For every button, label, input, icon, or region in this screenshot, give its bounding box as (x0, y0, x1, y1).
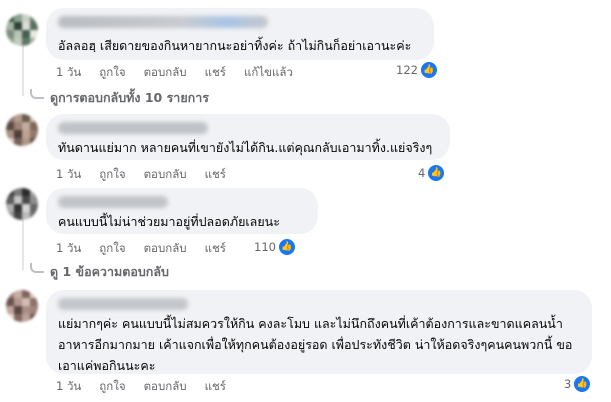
timestamp[interactable]: 1 วัน (56, 378, 81, 396)
comment-actions: 1 วัน ถูกใจ ตอบกลับ แชร์ (56, 240, 226, 258)
thread-line (22, 218, 24, 270)
comment-text: คนแบบนี้ไม่น่าช่วยมาอยู่ที่ปลอดภัยเลยนะ (58, 214, 280, 229)
like-thumb-icon: 👍 (419, 61, 438, 79)
reaction-number: 122 (396, 63, 418, 77)
like-thumb-icon: 👍 (427, 164, 446, 182)
timestamp[interactable]: 1 วัน (56, 166, 81, 184)
avatar[interactable] (6, 290, 38, 322)
avatar[interactable] (6, 188, 38, 220)
like-button[interactable]: ถูกใจ (99, 378, 125, 396)
share-button[interactable]: แชร์ (205, 64, 226, 82)
like-thumb-icon: 👍 (573, 375, 592, 393)
reply-arrow-icon (30, 263, 44, 273)
reply-button[interactable]: ตอบกลับ (144, 240, 187, 258)
reaction-count[interactable]: 3 👍 (564, 375, 592, 393)
commenter-name[interactable] (58, 16, 268, 28)
comment-text: แย่มากๆค่ะ คนแบบนี้ไม่สมควรให้กิน คงละโม… (58, 316, 573, 373)
comment-actions: 1 วัน ถูกใจ ตอบกลับ แชร์ (56, 378, 226, 396)
commenter-name[interactable] (58, 122, 208, 134)
comment-bubble: แย่มากๆค่ะ คนแบบนี้ไม่สมควรให้กิน คงละโม… (46, 290, 592, 374)
avatar[interactable] (6, 14, 38, 46)
share-button[interactable]: แชร์ (205, 240, 226, 258)
reply-button[interactable]: ตอบกลับ (144, 166, 187, 184)
view-replies-label: ดูการตอบกลับทั้ง 10 รายการ (50, 90, 209, 105)
thread-line (22, 46, 24, 96)
reaction-number: 110 (254, 240, 276, 254)
reaction-count[interactable]: 4 👍 (418, 164, 446, 182)
comment-bubble: อัลลอฮฺ เสียดายของกินหายากนะอย่าทิ้งค่ะ … (46, 8, 434, 60)
reaction-count[interactable]: 122 👍 (396, 61, 438, 79)
reply-arrow-icon (30, 89, 44, 99)
timestamp[interactable]: 1 วัน (56, 64, 81, 82)
comment-bubble: ทันดานแย่มาก หลายคนที่เขายังไม่ได้กิน.แต… (46, 114, 450, 160)
like-button[interactable]: ถูกใจ (99, 166, 125, 184)
reaction-number: 3 (564, 377, 572, 391)
reply-button[interactable]: ตอบกลับ (144, 378, 187, 396)
commenter-name[interactable] (58, 196, 168, 208)
like-button[interactable]: ถูกใจ (99, 64, 125, 82)
reaction-number: 4 (418, 166, 426, 180)
share-button[interactable]: แชร์ (205, 378, 226, 396)
comment-text: ทันดานแย่มาก หลายคนที่เขายังไม่ได้กิน.แต… (58, 140, 433, 155)
view-replies-link[interactable]: ดู 1 ข้อความตอบกลับ (30, 262, 169, 282)
view-replies-label: ดู 1 ข้อความตอบกลับ (50, 264, 169, 279)
comment-text: อัลลอฮฺ เสียดายของกินหายากนะอย่าทิ้งค่ะ … (58, 38, 412, 53)
edited-label[interactable]: แก้ไขแล้ว (244, 64, 293, 82)
timestamp[interactable]: 1 วัน (56, 240, 81, 258)
comment-actions: 1 วัน ถูกใจ ตอบกลับ แชร์ (56, 166, 226, 184)
comment-bubble: คนแบบนี้ไม่น่าช่วยมาอยู่ที่ปลอดภัยเลยนะ (46, 188, 318, 234)
commenter-name[interactable] (58, 298, 188, 310)
avatar[interactable] (6, 114, 38, 146)
share-button[interactable]: แชร์ (205, 166, 226, 184)
comment-actions: 1 วัน ถูกใจ ตอบกลับ แชร์ แก้ไขแล้ว (56, 64, 293, 82)
reply-button[interactable]: ตอบกลับ (144, 64, 187, 82)
reaction-count[interactable]: 110 👍 (254, 238, 296, 256)
like-thumb-icon: 👍 (277, 238, 296, 256)
view-replies-link[interactable]: ดูการตอบกลับทั้ง 10 รายการ (30, 88, 209, 108)
like-button[interactable]: ถูกใจ (99, 240, 125, 258)
